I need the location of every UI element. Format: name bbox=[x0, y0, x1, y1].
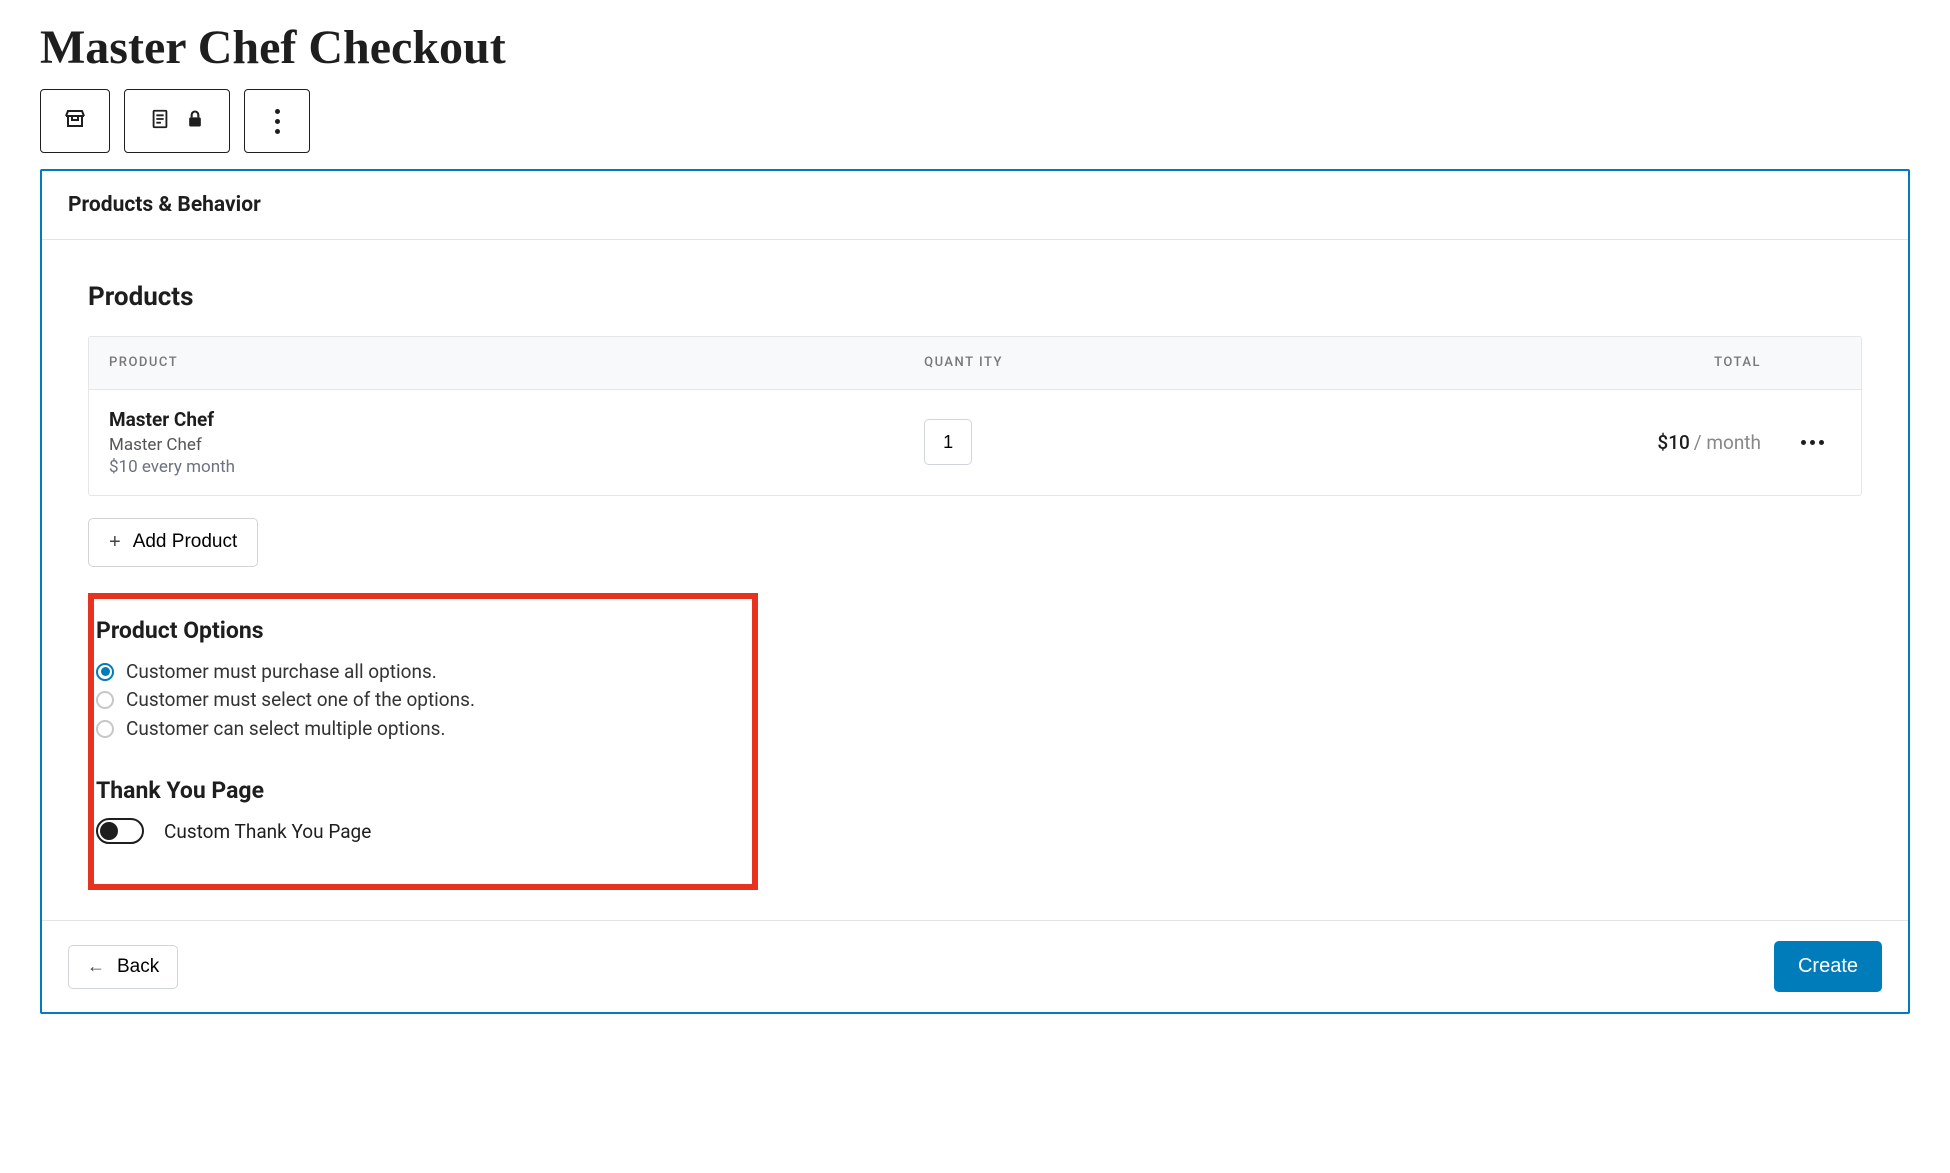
radio-icon bbox=[96, 691, 114, 709]
toggle-knob bbox=[100, 822, 118, 840]
col-quantity: QUANT ITY bbox=[904, 355, 1117, 371]
products-table: PRODUCT QUANT ITY TOTAL Master Chef Mast… bbox=[88, 336, 1862, 496]
col-product: PRODUCT bbox=[89, 355, 904, 371]
quantity-input[interactable] bbox=[924, 419, 972, 465]
thank-you-heading: Thank You Page bbox=[96, 777, 742, 804]
radio-icon bbox=[96, 720, 114, 738]
block-type-button[interactable] bbox=[40, 89, 110, 153]
row-more-icon[interactable] bbox=[1801, 440, 1841, 445]
option-label: Customer must purchase all options. bbox=[126, 658, 437, 687]
panel-footer: Back Create bbox=[42, 920, 1908, 1012]
lock-icon[interactable] bbox=[185, 109, 205, 133]
product-name: Master Chef bbox=[109, 408, 884, 431]
page-title: Master Chef Checkout bbox=[40, 20, 1910, 75]
table-header: PRODUCT QUANT ITY TOTAL bbox=[89, 337, 1861, 390]
row-total-amount: $10 bbox=[1657, 431, 1689, 454]
products-heading: Products bbox=[88, 282, 1862, 312]
table-row: Master Chef Master Chef $10 every month … bbox=[89, 390, 1861, 495]
toggle-label: Custom Thank You Page bbox=[164, 820, 371, 843]
option-all[interactable]: Customer must purchase all options. bbox=[96, 658, 742, 687]
back-label: Back bbox=[117, 956, 159, 978]
plus-icon: + bbox=[109, 531, 121, 554]
col-actions bbox=[1781, 355, 1861, 371]
checkout-panel: Products & Behavior Products PRODUCT QUA… bbox=[40, 169, 1910, 1014]
more-vertical-icon bbox=[275, 109, 280, 134]
block-actions-group bbox=[124, 89, 230, 153]
block-toolbar bbox=[40, 89, 1910, 153]
add-product-label: Add Product bbox=[133, 531, 238, 553]
radio-icon bbox=[96, 663, 114, 681]
product-subtitle: Master Chef bbox=[109, 435, 884, 455]
arrow-left-icon bbox=[87, 956, 105, 978]
receipt-icon[interactable] bbox=[149, 108, 171, 134]
create-button[interactable]: Create bbox=[1774, 941, 1882, 992]
option-label: Customer can select multiple options. bbox=[126, 715, 446, 744]
option-multiple[interactable]: Customer can select multiple options. bbox=[96, 715, 742, 744]
add-product-button[interactable]: + Add Product bbox=[88, 518, 258, 567]
option-one[interactable]: Customer must select one of the options. bbox=[96, 686, 742, 715]
option-label: Customer must select one of the options. bbox=[126, 686, 475, 715]
panel-header: Products & Behavior bbox=[42, 171, 1908, 240]
back-button[interactable]: Back bbox=[68, 945, 178, 989]
custom-thank-you-toggle[interactable] bbox=[96, 818, 144, 844]
more-options-button[interactable] bbox=[244, 89, 310, 153]
product-options-heading: Product Options bbox=[96, 617, 742, 644]
highlight-annotation: Product Options Customer must purchase a… bbox=[88, 593, 758, 891]
col-total: TOTAL bbox=[1117, 355, 1781, 371]
storefront-icon bbox=[63, 107, 87, 135]
product-options-radios: Customer must purchase all options. Cust… bbox=[96, 658, 742, 744]
product-price-note: $10 every month bbox=[109, 457, 884, 477]
row-total-period: / month bbox=[1694, 431, 1761, 454]
